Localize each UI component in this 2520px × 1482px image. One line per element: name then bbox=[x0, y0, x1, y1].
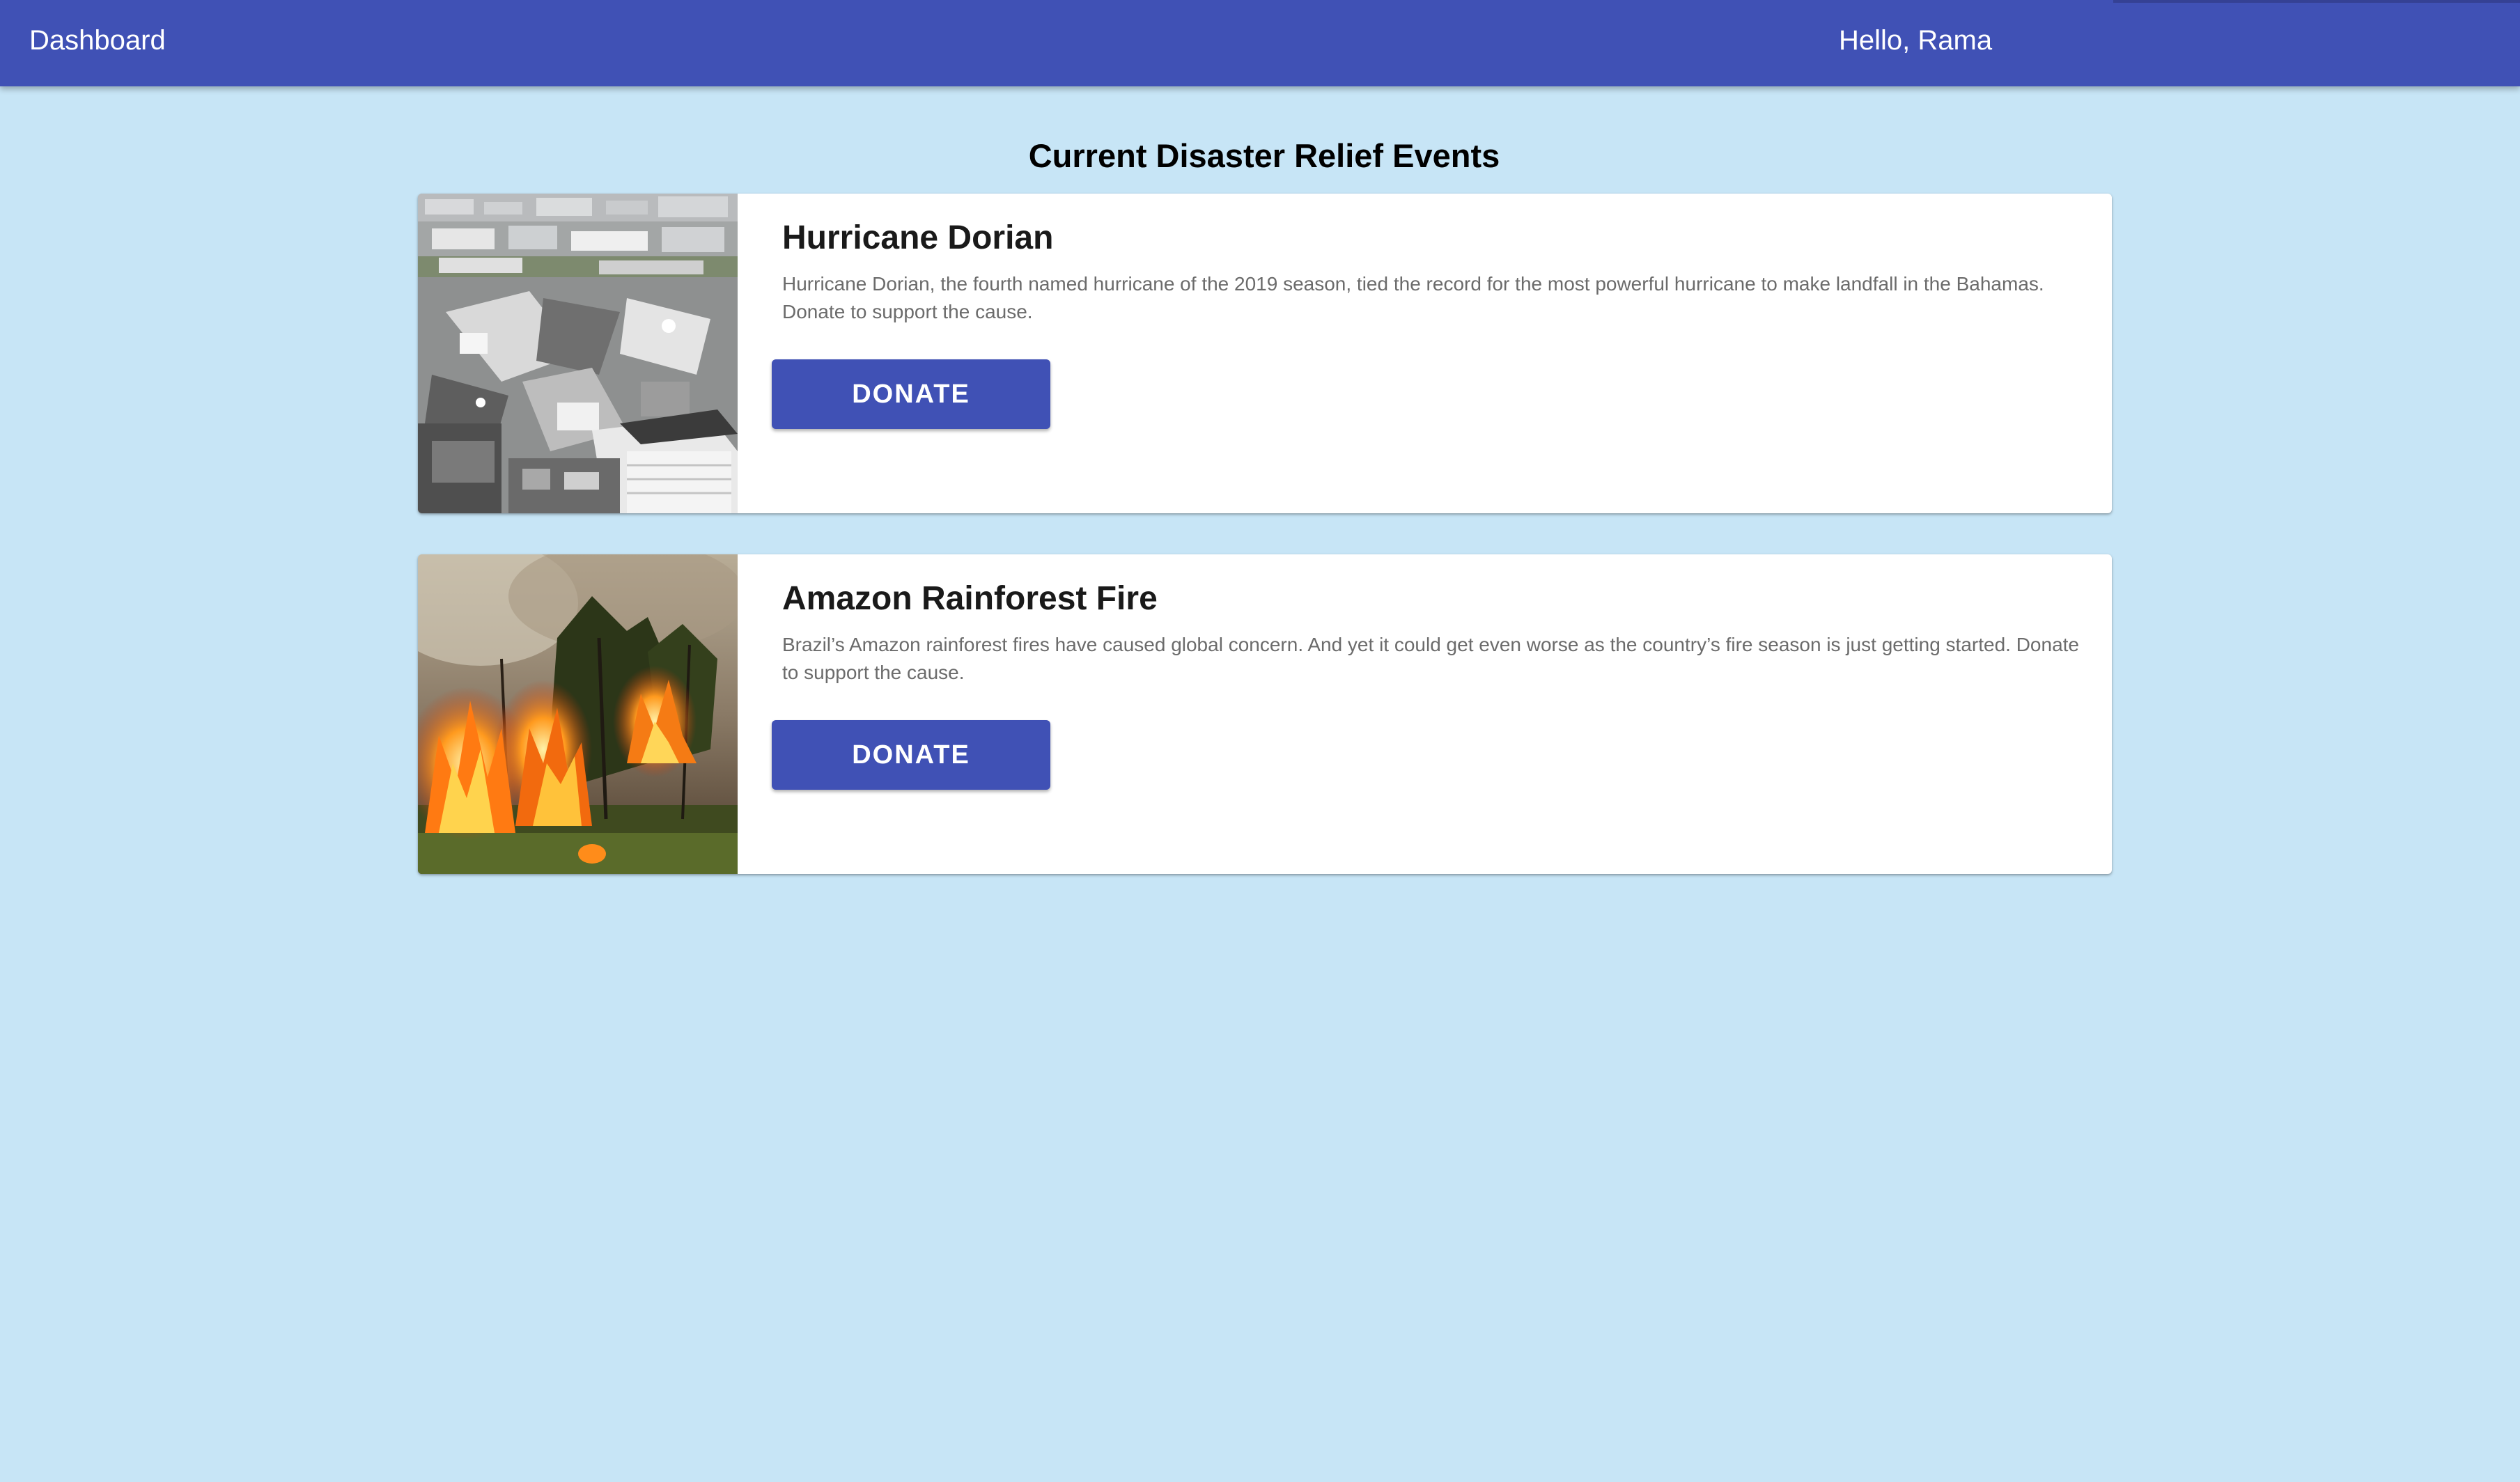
menu-edge-shadow bbox=[2113, 0, 2520, 3]
forest-fire-photo bbox=[418, 554, 738, 874]
event-title: Hurricane Dorian bbox=[782, 219, 1054, 256]
dashboard-link[interactable]: Dashboard bbox=[29, 24, 166, 57]
hurricane-debris-photo bbox=[418, 194, 738, 513]
donate-button[interactable]: DONATE bbox=[772, 720, 1050, 790]
app-bar: Dashboard Hello, Rama bbox=[0, 0, 2520, 86]
page-title: Current Disaster Relief Events bbox=[1028, 137, 1500, 174]
user-greeting: Hello, Rama bbox=[1839, 25, 1993, 56]
event-description: Brazil’s Amazon rainforest fires have ca… bbox=[782, 634, 2079, 683]
event-card-amazon-rainforest-fire: Amazon Rainforest Fire Brazil’s Amazon r… bbox=[418, 554, 2112, 874]
donate-button[interactable]: DONATE bbox=[772, 359, 1050, 429]
event-description: Hurricane Dorian, the fourth named hurri… bbox=[782, 273, 2044, 322]
event-title: Amazon Rainforest Fire bbox=[782, 580, 1158, 617]
event-card-hurricane-dorian: Hurricane Dorian Hurricane Dorian, the f… bbox=[418, 194, 2112, 513]
